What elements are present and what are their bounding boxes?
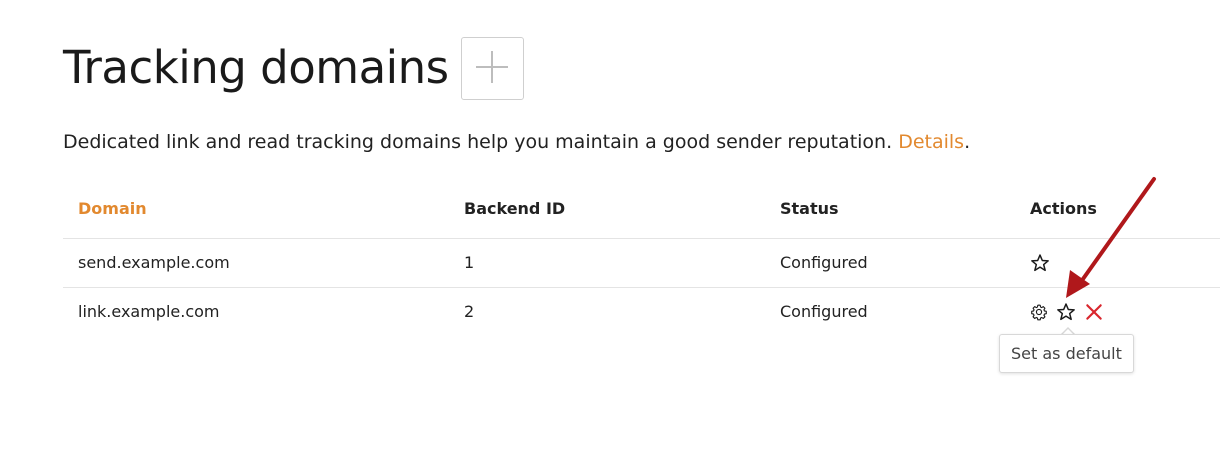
table-row: link.example.com 2 Configured [63,288,1220,336]
table-header-row: Domain Backend ID Status Actions [63,190,1220,239]
gear-icon[interactable] [1030,303,1048,321]
star-icon[interactable] [1056,302,1076,322]
backend-id-cell: 2 [464,302,475,321]
domain-column-header[interactable]: Domain [78,190,147,228]
intro-text: Dedicated link and read tracking domains… [63,131,899,153]
title-row: Tracking domains [63,36,524,100]
add-domain-button[interactable] [460,36,524,100]
domain-cell: link.example.com [78,302,220,321]
details-link[interactable]: Details [898,131,964,153]
status-cell: Configured [780,302,868,321]
backend-id-cell: 1 [464,253,475,272]
actions-column-header: Actions [1030,199,1097,218]
backend-id-column-header: Backend ID [464,199,566,218]
set-as-default-tooltip: Set as default [999,334,1134,373]
status-cell: Configured [780,253,868,272]
domains-table: Domain Backend ID Status Actions send.ex… [63,190,1220,336]
intro-trailing: . [964,131,971,153]
page-title: Tracking domains [63,41,449,94]
domain-cell: send.example.com [78,253,230,272]
actions-cell [1030,239,1050,286]
star-icon[interactable] [1030,253,1050,273]
plus-icon [473,48,511,89]
table-row: send.example.com 1 Configured [63,239,1220,288]
tracking-domains-page: Tracking domains Dedicated link and read… [0,0,1220,472]
intro-paragraph: Dedicated link and read tracking domains… [63,131,970,153]
delete-x-icon[interactable] [1084,302,1104,322]
status-column-header: Status [780,199,839,218]
